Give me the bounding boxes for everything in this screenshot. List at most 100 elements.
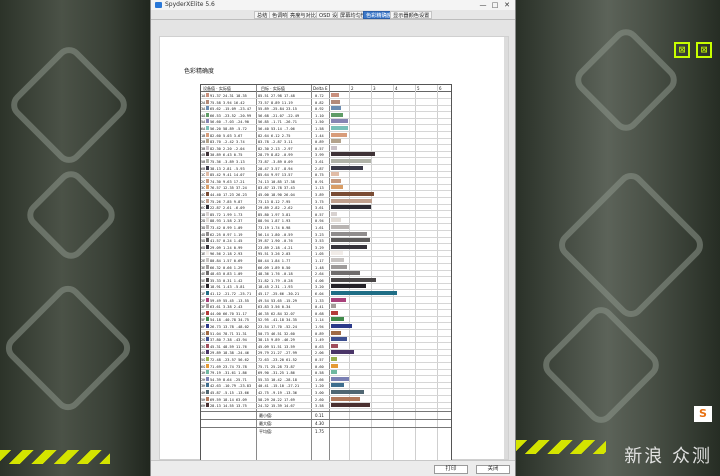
table-row: 2E 80.84 1.57 0.69 80.44 1.84 1.77 1.17 xyxy=(201,258,451,264)
page-title: 色彩精确度 xyxy=(184,68,215,75)
patch-swatch xyxy=(206,337,209,342)
device-values: 82.60 5.03 3.67 xyxy=(210,133,243,138)
delta-e-value: 2.64 xyxy=(315,272,324,277)
delta-e-value: 3.23 xyxy=(315,232,324,237)
patch-id: 2B xyxy=(201,140,206,145)
button-bar: 打印 关闭 xyxy=(151,460,515,476)
patch-id: 1D xyxy=(201,212,206,217)
table-row: 6F 26.73 13.78 -48.02 23.54 17.70 -52.24 1.… xyxy=(201,324,451,330)
delta-e-bar xyxy=(331,396,360,401)
delta-e-bar xyxy=(331,178,341,183)
patch-swatch xyxy=(206,396,209,401)
table-row: 5B 75.36 -3.89 3.13 73.87 -3.89 0.09 3.61 xyxy=(201,159,451,165)
delta-e-bar xyxy=(331,152,375,157)
device-values: 45.87 -5.15 -13.66 xyxy=(210,391,249,395)
delta-e-bar xyxy=(331,403,371,408)
patch-swatch xyxy=(206,363,209,368)
delta-e-value: 0.57 xyxy=(315,212,324,217)
scale-tick: 2 xyxy=(351,86,354,91)
target-values: 23.54 17.70 -52.24 xyxy=(258,325,297,329)
patch-id: 6C xyxy=(201,206,206,211)
device-values: 74.30 9.63 17.21 xyxy=(210,179,245,184)
patch-swatch xyxy=(206,231,209,236)
patch-swatch xyxy=(206,376,209,381)
patch-swatch xyxy=(206,390,209,394)
tab-summary[interactable]: 总结 xyxy=(254,11,271,19)
hex-grid-icon[interactable]: ⊠ xyxy=(674,42,690,58)
device-values: 54.18 -40.78 34.75 xyxy=(210,318,249,323)
delta-e-value: 0.91 xyxy=(315,179,324,184)
device-values: 83.70 -2.42 3.74 xyxy=(210,140,245,145)
print-button[interactable]: 打印 xyxy=(434,465,468,474)
delta-e-bar xyxy=(331,225,349,229)
device-values: 79.19 -31.61 1.86 xyxy=(210,371,247,376)
target-values: 49.54 53.65 -15.29 xyxy=(258,298,297,303)
patch-id: 6H xyxy=(201,404,206,409)
device-values: 66.53 -23.52 -20.99 xyxy=(210,113,252,118)
delta-e-value: 6.04 xyxy=(315,292,324,296)
table-row: 4H 45.87 -5.15 -13.66 42.75 -9.19 -13.36 3.… xyxy=(201,390,451,396)
delta-e-bar xyxy=(331,251,343,256)
tab-display-color-settings[interactable]: 显示器颜色设置 xyxy=(390,11,433,19)
table-row: 2G 37.80 7.38 -43.94 38.15 9.89 -46.29 1.49 xyxy=(201,337,451,344)
delta-e-value: 3.61 xyxy=(315,160,324,164)
target-values: 18.45 2.31 -1.93 xyxy=(258,285,293,290)
table-row: 3D 73.42 0.99 1.09 73.19 1.74 0.98 1.61 xyxy=(201,225,451,231)
patch-swatch xyxy=(206,139,209,144)
delta-e-value: 2.06 xyxy=(315,351,324,356)
delta-e-value: 1.48 xyxy=(315,265,324,270)
hazard-stripe xyxy=(0,450,110,464)
target-values: 29.89 2.82 -2.62 xyxy=(258,206,293,211)
header-delta-e: Delta E xyxy=(313,86,328,91)
table-row: 2A 75.58 3.94 16.42 73.57 8.89 11.19 0.82 xyxy=(201,99,451,106)
target-values: 83.87 13.78 37.43 xyxy=(258,186,295,191)
target-values: 73.87 -3.89 0.09 xyxy=(258,160,293,164)
delta-e-value: 3.61 xyxy=(315,206,324,211)
delta-e-value: 0.72 xyxy=(315,94,324,98)
vertical-scrollbar[interactable] xyxy=(504,37,508,459)
patch-swatch xyxy=(206,93,209,97)
device-values: 85.42 9.41 14.07 xyxy=(210,173,245,178)
patch-id: 5F xyxy=(201,318,206,323)
patch-id: 1G xyxy=(201,331,206,336)
patch-id: 6B xyxy=(201,166,206,171)
delta-e-bar xyxy=(331,185,344,190)
close-window-button[interactable]: ✕ xyxy=(501,0,513,10)
target-values: 82.64 6.12 2.75 xyxy=(258,133,291,138)
delta-e-value: 0.89 xyxy=(315,140,324,145)
delta-e-value: 1.49 xyxy=(315,338,324,343)
device-values: 37.80 7.38 -43.94 xyxy=(210,338,247,343)
maximize-button[interactable]: □ xyxy=(489,0,501,10)
minimize-button[interactable]: — xyxy=(477,0,489,10)
hex-grid-icon[interactable]: ⊠ xyxy=(696,42,712,58)
app-logo-icon xyxy=(155,2,162,8)
desktop-wallpaper-left xyxy=(0,0,154,476)
patch-id: 4F xyxy=(201,311,206,316)
close-button[interactable]: 关闭 xyxy=(476,465,510,474)
target-values: 39.87 1.90 -0.76 xyxy=(258,239,293,244)
patch-id: 1H xyxy=(201,371,206,376)
report-tabs: 总结 色调响应 亮度与对比度 OSD 设备 屏幕均匀性 色彩精确度 显示器颜色设… xyxy=(151,10,515,20)
patch-id: 5D xyxy=(201,239,206,244)
delta-e-bar xyxy=(331,310,339,315)
patch-id: 5C xyxy=(201,199,206,204)
tray-app-icon[interactable]: S xyxy=(694,406,712,422)
patch-id: 2D xyxy=(201,219,206,224)
table-row: 3A 65.62 -15.09 -23.47 55.89 -25.84 23.15 0… xyxy=(201,106,451,113)
target-values: 56.85 -1.71 -26.71 xyxy=(258,120,297,125)
scale-tick: 5 xyxy=(417,86,420,91)
delta-e-value: 1.20 xyxy=(315,384,324,389)
delta-e-bar xyxy=(331,337,348,342)
delta-e-bar xyxy=(331,370,338,375)
patch-swatch xyxy=(206,324,209,328)
delta-e-bar xyxy=(331,304,336,309)
patch-swatch xyxy=(206,271,209,276)
table-row: 2D 88.93 1.58 2.37 88.94 1.87 1.93 0.94 xyxy=(201,218,451,225)
table-row: 4C 44.40 17.23 26.23 45.00 18.90 26.04 3.89 xyxy=(201,192,451,198)
delta-e-value: 0.75 xyxy=(315,173,324,178)
delta-e-value: 1.50 xyxy=(315,120,324,125)
delta-e-value: 0.57 xyxy=(315,146,324,151)
device-values: 80.84 1.57 0.69 xyxy=(210,259,243,263)
target-values: 56.14 1.80 -0.59 xyxy=(258,232,293,237)
table-row: 1E 96.56 2.18 2.93 95.51 3.26 2.03 1.05 xyxy=(201,251,451,258)
